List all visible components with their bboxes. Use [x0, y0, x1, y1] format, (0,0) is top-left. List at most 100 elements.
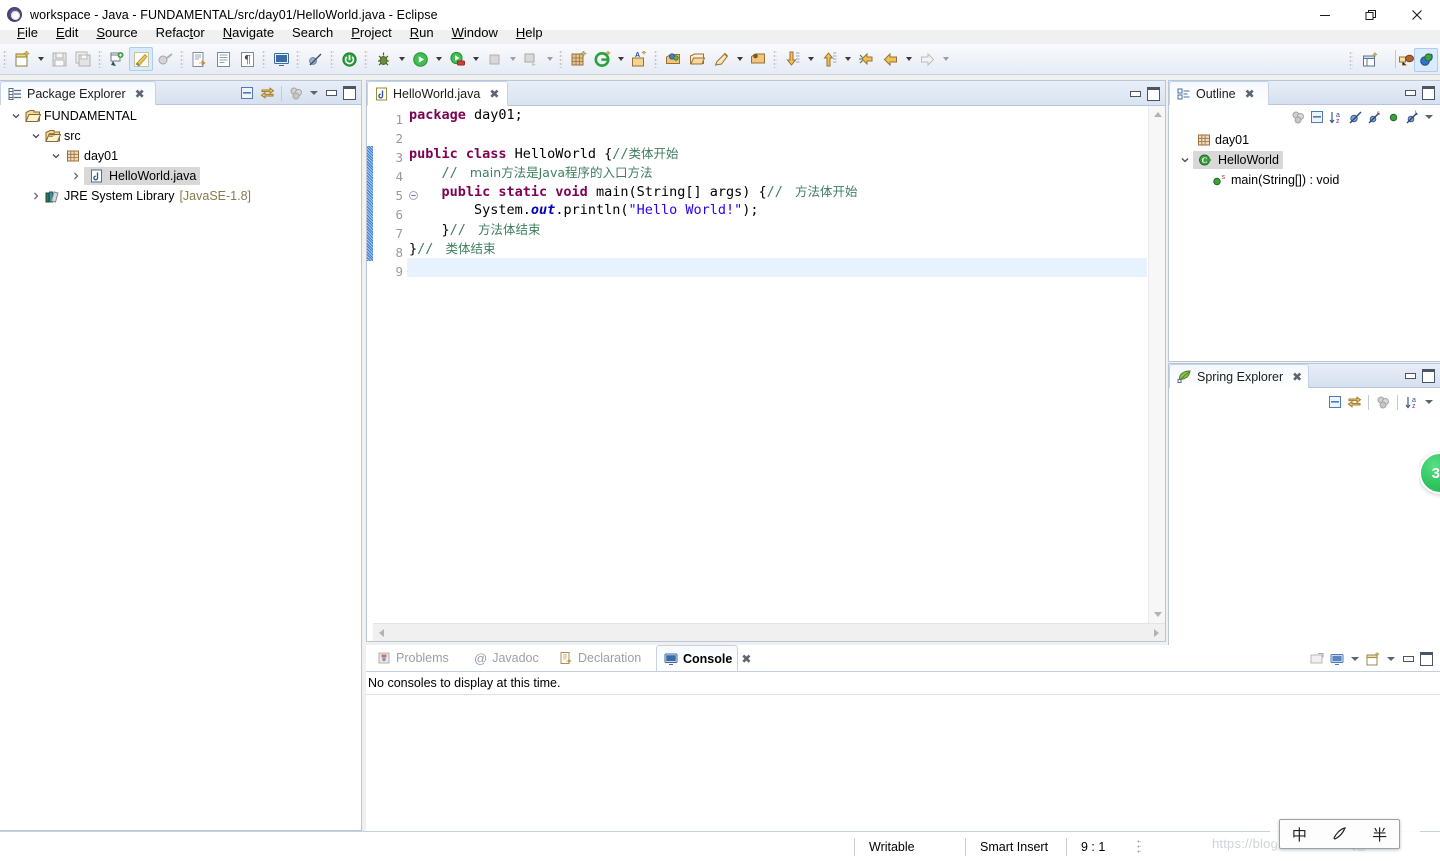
open-declaration-icon[interactable]: A — [627, 47, 651, 71]
run-coverage-dropdown[interactable] — [469, 47, 482, 71]
outline-item-main-method[interactable]: s main(String[]) : void — [1169, 170, 1440, 190]
toolbar-grip-9[interactable] — [654, 50, 658, 68]
tree-item-src[interactable]: src — [0, 126, 361, 146]
back-dropdown[interactable] — [902, 47, 915, 71]
menu-project[interactable]: Project — [342, 24, 400, 42]
collapse-all-icon[interactable] — [1326, 393, 1344, 411]
open-task-icon[interactable] — [211, 47, 235, 71]
view-menu-icon[interactable] — [1422, 108, 1436, 126]
menu-file[interactable]: File — [8, 24, 47, 42]
sort-icon[interactable]: a z — [1403, 393, 1421, 411]
toolbar-grip-11[interactable] — [1349, 51, 1353, 69]
close-icon[interactable]: ✖ — [1292, 371, 1302, 383]
close-icon[interactable]: ✖ — [1245, 88, 1255, 100]
java-perspective-icon[interactable] — [1414, 48, 1438, 72]
code-line-9[interactable] — [407, 258, 1147, 277]
new-java-project-icon[interactable] — [566, 47, 590, 71]
code-line-7[interactable]: }// 方法体结束 — [407, 220, 1147, 239]
annotation-icon[interactable] — [709, 47, 733, 71]
minimize-icon[interactable] — [1402, 84, 1418, 102]
focus-icon[interactable] — [1374, 393, 1392, 411]
hide-fields-icon[interactable] — [1346, 108, 1364, 126]
maximize-icon[interactable] — [1420, 84, 1436, 102]
tab-spring-explorer[interactable]: Spring Explorer ✖ — [1169, 364, 1309, 388]
toolbar-grip-4[interactable] — [262, 50, 266, 68]
tab-problems[interactable]: Problems — [370, 645, 456, 671]
external-tools-dropdown[interactable] — [543, 47, 556, 71]
link-with-editor-icon[interactable] — [258, 84, 276, 102]
menu-edit[interactable]: Edit — [47, 24, 87, 42]
collapse-all-icon[interactable] — [1308, 108, 1326, 126]
code-line-4[interactable]: // main方法是Java程序的入口方法 — [407, 163, 1147, 182]
maximize-icon[interactable] — [1420, 367, 1436, 385]
toolbar-grip-5[interactable] — [296, 50, 300, 68]
display-selected-console-icon[interactable] — [1328, 650, 1346, 668]
toolbar-grip-10[interactable] — [773, 50, 777, 68]
console-content[interactable]: No consoles to display at this time. — [366, 671, 1440, 831]
scroll-left-icon[interactable] — [373, 624, 390, 641]
toolbar-grip-7[interactable] — [364, 50, 368, 68]
editor-vertical-scrollbar[interactable] — [1148, 106, 1165, 623]
tab-javadoc[interactable]: @ Javadoc — [467, 645, 546, 671]
chevron-down-icon[interactable] — [48, 148, 64, 164]
editor-horizontal-scrollbar[interactable] — [373, 623, 1165, 641]
minimize-icon[interactable] — [1400, 650, 1416, 668]
debug-dropdown[interactable] — [395, 47, 408, 71]
code-line-1[interactable]: package day01; — [407, 106, 1147, 125]
code-line-8[interactable]: }// 类体结束 — [407, 239, 1147, 258]
display-console-dropdown-icon[interactable] — [1348, 650, 1362, 668]
last-edit-location-icon[interactable] — [854, 47, 878, 71]
run-icon[interactable] — [408, 47, 432, 71]
chevron-down-icon[interactable] — [8, 108, 24, 124]
tree-item-day01[interactable]: day01 — [0, 146, 361, 166]
hide-static-icon[interactable]: s — [1365, 108, 1383, 126]
close-icon[interactable]: ✖ — [135, 88, 145, 100]
code-line-5[interactable]: public static void main(String[] args) {… — [407, 182, 1147, 201]
skip-all-breakpoints-icon[interactable] — [303, 47, 327, 71]
new-console-icon[interactable] — [269, 47, 293, 71]
open-type-hierarchy-icon[interactable] — [746, 47, 770, 71]
toggle-java-editor-icon[interactable] — [129, 47, 153, 71]
scroll-down-icon[interactable] — [1149, 606, 1166, 623]
search-icon[interactable] — [661, 47, 685, 71]
new-console-dropdown-icon[interactable] — [1384, 650, 1398, 668]
tab-declaration[interactable]: Declaration — [552, 645, 648, 671]
view-menu-icon[interactable] — [1422, 393, 1436, 411]
ime-handwriting-icon[interactable] — [1331, 825, 1349, 843]
tree-label-selected[interactable]: HelloWorld.java — [84, 167, 201, 185]
ime-language-icon[interactable]: 中 — [1292, 824, 1307, 845]
toolbar-grip-8[interactable] — [559, 50, 563, 68]
chevron-right-icon[interactable] — [28, 188, 44, 204]
ime-toolbar[interactable]: 中 半 — [1279, 819, 1400, 849]
tab-helloworld-java[interactable]: HelloWorld.java ✖ — [367, 81, 508, 106]
toolbar-grip[interactable] — [3, 50, 7, 68]
show-whitespace-icon[interactable]: ¶ — [235, 47, 259, 71]
outline-item-helloworld[interactable]: C HelloWorld — [1169, 150, 1440, 170]
menu-navigate[interactable]: Navigate — [214, 24, 283, 42]
minimize-icon[interactable] — [1127, 85, 1143, 103]
open-perspective-icon[interactable] — [1358, 48, 1382, 72]
maximize-icon[interactable] — [341, 84, 357, 102]
link-with-editor-icon[interactable] — [1345, 393, 1363, 411]
run-coverage-icon[interactable] — [445, 47, 469, 71]
tab-console[interactable]: Console ✖ — [656, 645, 751, 671]
menu-help[interactable]: Help — [507, 24, 552, 42]
annotation-dropdown[interactable] — [733, 47, 746, 71]
new-console-view-icon[interactable] — [1364, 650, 1382, 668]
outline-item-day01[interactable]: day01 — [1169, 130, 1440, 150]
chevron-down-icon[interactable] — [1177, 152, 1193, 168]
maximize-icon[interactable] — [1145, 85, 1161, 103]
next-annotation-icon[interactable] — [780, 47, 804, 71]
run-dropdown[interactable] — [432, 47, 445, 71]
open-type-icon[interactable] — [187, 47, 211, 71]
view-menu-icon[interactable] — [307, 84, 321, 102]
outline-label-selected[interactable]: C HelloWorld — [1193, 151, 1283, 169]
toolbar-grip-2[interactable] — [98, 50, 102, 68]
code-line-2[interactable] — [407, 125, 1147, 144]
open-resource-icon[interactable] — [685, 47, 709, 71]
tree-item-fundamental[interactable]: FUNDAMENTAL — [0, 106, 361, 126]
minimize-icon[interactable] — [1402, 367, 1418, 385]
debug-icon[interactable] — [371, 47, 395, 71]
new-wizard-icon[interactable] — [10, 47, 34, 71]
stop-dropdown[interactable] — [506, 47, 519, 71]
